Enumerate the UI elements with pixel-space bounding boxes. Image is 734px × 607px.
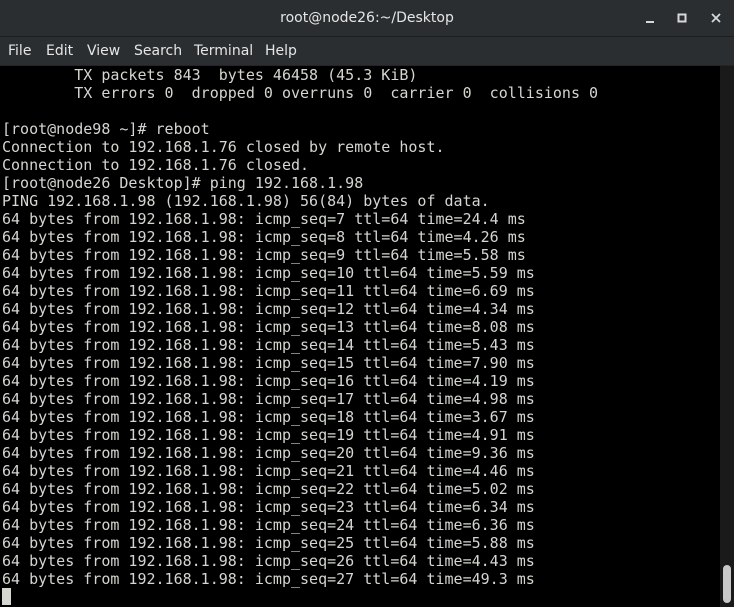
terminal-line: 64 bytes from 192.168.1.98: icmp_seq=23 … — [2, 498, 535, 516]
terminal-line: 64 bytes from 192.168.1.98: icmp_seq=19 … — [2, 426, 535, 444]
terminal-line: Connection to 192.168.1.76 closed. — [2, 156, 310, 174]
minimize-icon — [646, 21, 654, 23]
prompt-line — [2, 588, 598, 606]
terminal-line: 64 bytes from 192.168.1.98: icmp_seq=26 … — [2, 552, 535, 570]
close-button[interactable] — [706, 8, 726, 28]
menu-file[interactable]: File — [8, 37, 31, 65]
terminal-line: 64 bytes from 192.168.1.98: icmp_seq=9 t… — [2, 246, 526, 264]
terminal-line: 64 bytes from 192.168.1.98: icmp_seq=11 … — [2, 282, 535, 300]
terminal-line: PING 192.168.1.98 (192.168.1.98) 56(84) … — [2, 192, 490, 210]
terminal-line: 64 bytes from 192.168.1.98: icmp_seq=20 … — [2, 444, 535, 462]
menu-edit[interactable]: Edit — [46, 37, 73, 65]
menu-terminal[interactable]: Terminal — [194, 37, 253, 65]
terminal-window: root@node26:~/Desktop File Edit View Sea… — [0, 0, 734, 607]
terminal-line: 64 bytes from 192.168.1.98: icmp_seq=24 … — [2, 516, 535, 534]
menu-view[interactable]: View — [87, 37, 120, 65]
terminal-line: 64 bytes from 192.168.1.98: icmp_seq=27 … — [2, 570, 535, 588]
terminal-line: TX packets 843 bytes 46458 (45.3 KiB) — [2, 66, 418, 84]
minimize-button[interactable] — [640, 8, 660, 28]
terminal-line: 64 bytes from 192.168.1.98: icmp_seq=10 … — [2, 264, 535, 282]
terminal-line: Connection to 192.168.1.76 closed by rem… — [2, 138, 445, 156]
scrollbar-track[interactable] — [720, 66, 734, 607]
maximize-icon — [677, 13, 687, 23]
close-icon — [711, 13, 721, 23]
terminal-line: 64 bytes from 192.168.1.98: icmp_seq=13 … — [2, 318, 535, 336]
terminal-line: 64 bytes from 192.168.1.98: icmp_seq=17 … — [2, 390, 535, 408]
title-bar[interactable]: root@node26:~/Desktop — [0, 0, 734, 37]
maximize-button[interactable] — [672, 8, 692, 28]
terminal-line: 64 bytes from 192.168.1.98: icmp_seq=8 t… — [2, 228, 526, 246]
terminal-line: 64 bytes from 192.168.1.98: icmp_seq=7 t… — [2, 210, 526, 228]
terminal-line: 64 bytes from 192.168.1.98: icmp_seq=25 … — [2, 534, 535, 552]
terminal-output[interactable]: TX packets 843 bytes 46458 (45.3 KiB) TX… — [0, 66, 720, 607]
menu-bar: File Edit View Search Terminal Help — [0, 37, 734, 66]
terminal-line: [root@node98 ~]# reboot — [2, 120, 210, 138]
text-cursor — [2, 588, 11, 605]
scrollbar-thumb[interactable] — [723, 565, 731, 603]
terminal-line: 64 bytes from 192.168.1.98: icmp_seq=22 … — [2, 480, 535, 498]
menu-search[interactable]: Search — [134, 37, 182, 65]
terminal-line: 64 bytes from 192.168.1.98: icmp_seq=21 … — [2, 462, 535, 480]
terminal-line: 64 bytes from 192.168.1.98: icmp_seq=18 … — [2, 408, 535, 426]
terminal-line: 64 bytes from 192.168.1.98: icmp_seq=16 … — [2, 372, 535, 390]
menu-help[interactable]: Help — [265, 37, 297, 65]
terminal-line: [root@node26 Desktop]# ping 192.168.1.98 — [2, 174, 364, 192]
terminal-line: TX errors 0 dropped 0 overruns 0 carrier… — [2, 84, 599, 102]
window-title: root@node26:~/Desktop — [280, 10, 454, 26]
terminal-line: 64 bytes from 192.168.1.98: icmp_seq=12 … — [2, 300, 535, 318]
terminal-line: 64 bytes from 192.168.1.98: icmp_seq=15 … — [2, 354, 535, 372]
terminal-line: 64 bytes from 192.168.1.98: icmp_seq=14 … — [2, 336, 535, 354]
terminal-lines: TX packets 843 bytes 46458 (45.3 KiB) TX… — [2, 66, 598, 606]
